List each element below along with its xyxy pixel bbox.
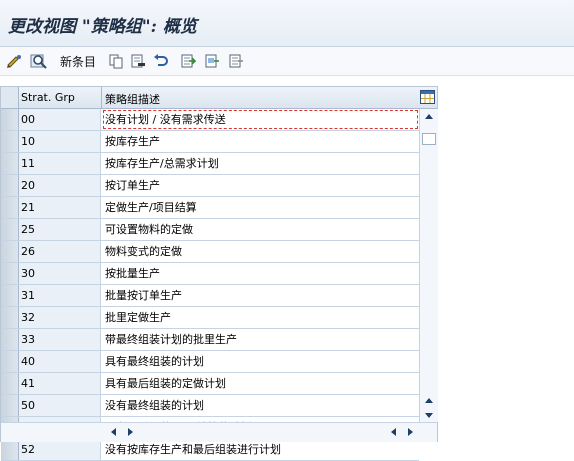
table-control: Strat. Grp 策略组描述 00 没有计划 / 没有需求传送 10 按库存生产… xyxy=(0,86,438,461)
description-input[interactable]: 按订单生产 xyxy=(102,175,419,196)
description-input[interactable]: 没有按库存生产和最后组装进行计划 xyxy=(102,439,419,460)
table-row[interactable]: 41 具有最后组装的定做计划 xyxy=(1,373,419,395)
table-row[interactable]: 20 按订单生产 xyxy=(1,175,419,197)
undo-icon[interactable] xyxy=(152,52,170,70)
title-bar: 更改视图 "策略组": 概览 xyxy=(0,0,574,47)
row-selector[interactable] xyxy=(1,351,19,372)
table-row[interactable]: 11 按库存生产/总需求计划 xyxy=(1,153,419,175)
scroll-page-up-icon[interactable] xyxy=(422,395,436,407)
table-row[interactable]: 26 物料变式的定做 xyxy=(1,241,419,263)
description-input[interactable]: 批量按订单生产 xyxy=(102,285,419,306)
strategy-group-cell: 33 xyxy=(19,329,101,350)
strategy-group-cell: 26 xyxy=(19,241,101,262)
strategy-group-cell: 10 xyxy=(19,131,101,152)
table-row[interactable]: 31 批量按订单生产 xyxy=(1,285,419,307)
description-input[interactable]: 可设置物料的定做 xyxy=(102,219,419,240)
description-input[interactable]: 物料变式的定做 xyxy=(102,241,419,262)
table-body: 00 没有计划 / 没有需求传送 10 按库存生产 11 按库存生产/总需求计划 20… xyxy=(1,109,419,461)
vertical-scrollbar[interactable] xyxy=(419,109,438,422)
description-input[interactable]: 具有最终组装的计划 xyxy=(102,351,419,372)
row-selector[interactable] xyxy=(1,131,19,152)
horizontal-scrollbar[interactable] xyxy=(1,422,437,442)
row-selector[interactable] xyxy=(1,285,19,306)
row-selector[interactable] xyxy=(1,197,19,218)
table-settings-icon[interactable] xyxy=(420,90,435,104)
strategy-group-cell: 25 xyxy=(19,219,101,240)
scroll-left-icon[interactable] xyxy=(109,427,119,437)
application-toolbar: 新条目 xyxy=(0,47,574,76)
description-input[interactable]: 没有最终组装的计划 xyxy=(102,395,419,416)
table-row[interactable]: 40 具有最终组装的计划 xyxy=(1,351,419,373)
strategy-group-cell: 40 xyxy=(19,351,101,372)
row-selector[interactable] xyxy=(1,219,19,240)
select-block-icon[interactable] xyxy=(204,52,220,70)
table-row[interactable]: 33 带最终组装计划的批里生产 xyxy=(1,329,419,351)
description-input[interactable]: 按批量生产 xyxy=(102,263,419,284)
new-entries-button[interactable]: 新条目 xyxy=(60,52,96,70)
table-row[interactable]: 25 可设置物料的定做 xyxy=(1,219,419,241)
table-row[interactable]: 10 按库存生产 xyxy=(1,131,419,153)
table-row[interactable]: 30 按批量生产 xyxy=(1,263,419,285)
description-input[interactable]: 批里定做生产 xyxy=(102,307,419,328)
row-selector[interactable] xyxy=(1,153,19,174)
scroll-up-icon[interactable] xyxy=(422,111,436,123)
strategy-group-cell: 21 xyxy=(19,197,101,218)
row-selector[interactable] xyxy=(1,373,19,394)
strategy-group-cell: 30 xyxy=(19,263,101,284)
table-row[interactable]: 21 定做生产/项目结算 xyxy=(1,197,419,219)
table-row[interactable]: 52 没有按库存生产和最后组装进行计划 xyxy=(1,439,419,461)
description-input[interactable]: 定做生产/项目结算 xyxy=(102,197,419,218)
strategy-group-cell: 32 xyxy=(19,307,101,328)
column-header-strategy-group[interactable]: Strat. Grp xyxy=(21,91,75,104)
description-input[interactable]: 具有最后组装的定做计划 xyxy=(102,373,419,394)
delete-icon[interactable] xyxy=(130,52,146,70)
table-row[interactable]: 50 没有最终组装的计划 xyxy=(1,395,419,417)
select-all-icon[interactable] xyxy=(180,52,196,70)
scroll-right-icon[interactable] xyxy=(125,427,135,437)
change-display-icon[interactable] xyxy=(6,52,24,70)
strategy-group-cell: 20 xyxy=(19,175,101,196)
scroll-down-icon[interactable] xyxy=(422,409,436,421)
row-selector[interactable] xyxy=(1,307,19,328)
row-selector[interactable] xyxy=(1,175,19,196)
scroll-thumb[interactable] xyxy=(422,133,436,145)
strategy-group-cell: 00 xyxy=(19,109,101,130)
row-selector[interactable] xyxy=(1,241,19,262)
scroll-right-icon[interactable] xyxy=(405,427,415,437)
column-divider xyxy=(101,87,102,108)
column-header-description[interactable]: 策略组描述 xyxy=(105,91,160,107)
strategy-group-cell: 52 xyxy=(19,439,101,460)
find-icon[interactable] xyxy=(30,52,48,70)
deselect-all-icon[interactable] xyxy=(228,52,244,70)
row-selector[interactable] xyxy=(1,329,19,350)
row-selector[interactable] xyxy=(1,263,19,284)
description-input[interactable]: 没有计划 / 没有需求传送 xyxy=(102,109,419,130)
row-selector[interactable] xyxy=(1,109,19,130)
strategy-group-cell: 31 xyxy=(19,285,101,306)
row-selector[interactable] xyxy=(1,439,19,460)
scroll-left-icon[interactable] xyxy=(389,427,399,437)
description-input[interactable]: 带最终组装计划的批里生产 xyxy=(102,329,419,350)
select-all-rows-cell[interactable] xyxy=(1,87,19,108)
strategy-group-cell: 50 xyxy=(19,395,101,416)
strategy-group-cell: 11 xyxy=(19,153,101,174)
strategy-group-cell: 41 xyxy=(19,373,101,394)
table-header: Strat. Grp 策略组描述 xyxy=(1,87,437,109)
description-input[interactable]: 按库存生产 xyxy=(102,131,419,152)
page-title: 更改视图 "策略组": 概览 xyxy=(8,17,197,37)
description-input[interactable]: 按库存生产/总需求计划 xyxy=(102,153,419,174)
row-selector[interactable] xyxy=(1,395,19,416)
table-row[interactable]: 32 批里定做生产 xyxy=(1,307,419,329)
copy-icon[interactable] xyxy=(108,52,124,70)
table-row[interactable]: 00 没有计划 / 没有需求传送 xyxy=(1,109,419,131)
